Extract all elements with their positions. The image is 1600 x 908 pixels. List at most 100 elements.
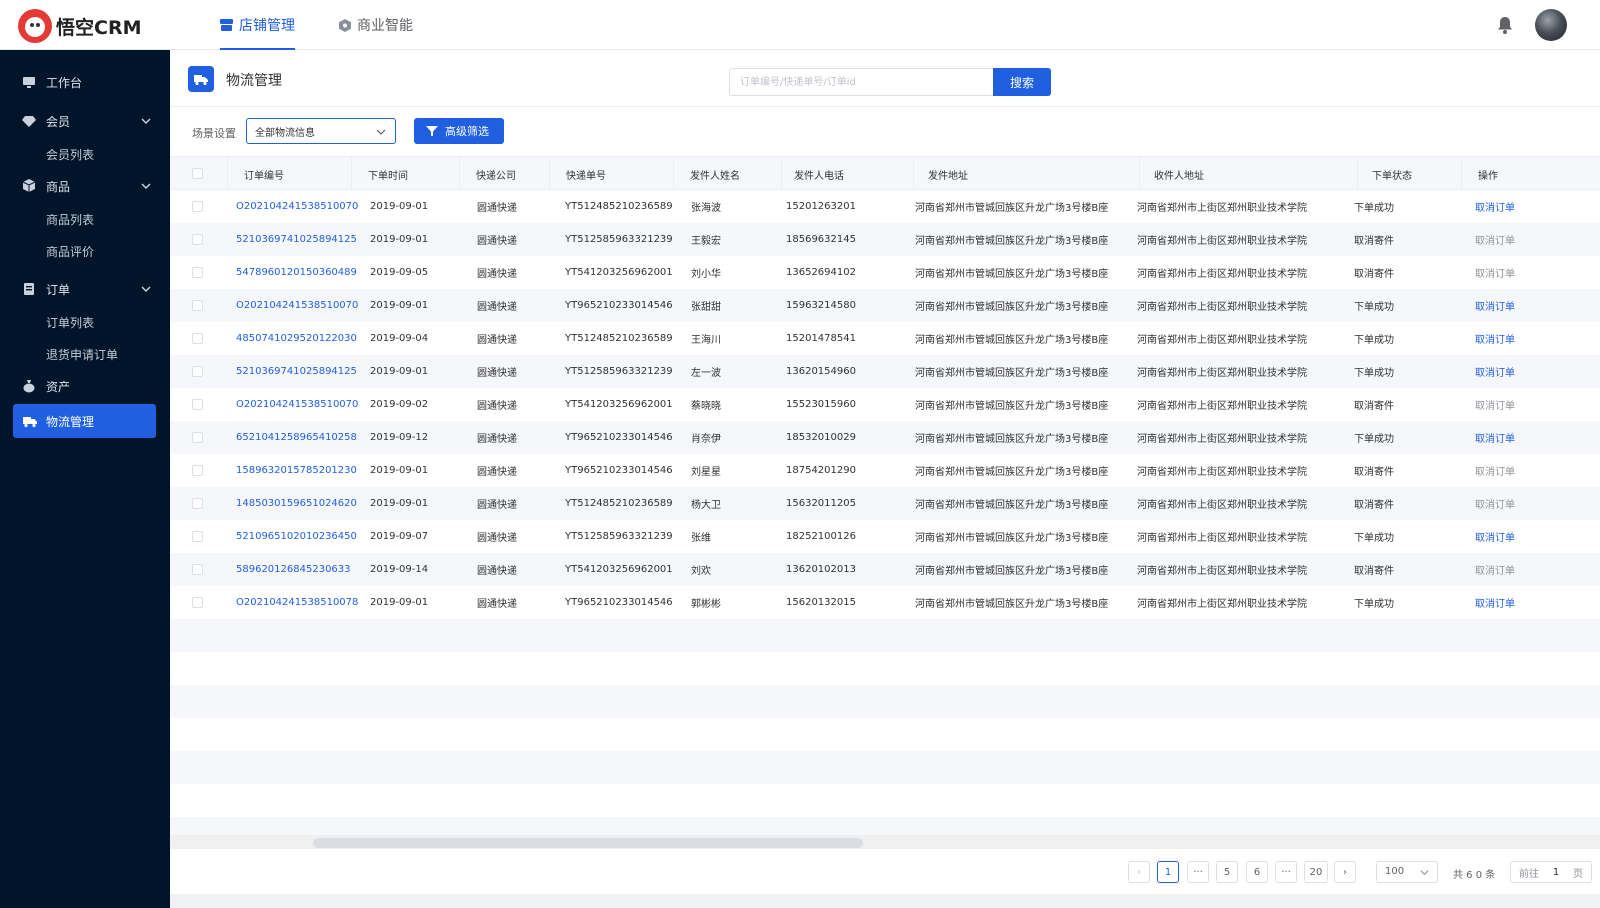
row-checkbox[interactable] (192, 465, 203, 476)
order-number-link[interactable]: 5210965102010236450 (236, 520, 357, 553)
cancel-order-link[interactable]: 取消订单 (1475, 190, 1515, 223)
column-header[interactable]: 下单状态 (1358, 157, 1462, 191)
cancel-order-link[interactable]: 取消订单 (1475, 289, 1515, 322)
row-checkbox[interactable] (192, 234, 203, 245)
table-cell: 取消寄件 (1354, 401, 1394, 412)
table-cell: 2019-09-01 (370, 300, 429, 311)
prev-page-button[interactable]: ‹ (1128, 861, 1150, 883)
row-checkbox[interactable] (192, 564, 203, 575)
cancel-order-link[interactable]: 取消订单 (1475, 256, 1515, 289)
scene-select[interactable]: 全部物流信息 (246, 118, 396, 144)
sidebar-item-member[interactable]: 会员 (0, 104, 170, 138)
table-cell: 13620154960 (786, 366, 856, 377)
cancel-order-link[interactable]: 取消订单 (1475, 322, 1515, 355)
page-button[interactable]: 1 (1157, 861, 1179, 883)
cancel-order-link[interactable]: 取消订单 (1475, 487, 1515, 520)
search-button[interactable]: 搜索 (993, 68, 1051, 96)
cancel-order-link[interactable]: 取消订单 (1475, 454, 1515, 487)
row-checkbox[interactable] (192, 531, 203, 542)
column-header[interactable]: 快递单号 (550, 157, 674, 191)
order-number-link[interactable]: O202104241538510070 (236, 388, 358, 421)
column-header[interactable]: 发件地址 (914, 157, 1140, 191)
row-checkbox[interactable] (192, 399, 203, 410)
table-cell: 河南省郑州市管城回族区升龙广场3号楼B座 (915, 335, 1109, 346)
table-row: O202104241538510078 2019-09-01 圆通快递 YT96521… (170, 586, 1600, 619)
cancel-order-link[interactable]: 取消订单 (1475, 586, 1515, 619)
tab-store-management[interactable]: 店铺管理 (220, 0, 295, 50)
sidebar-item-return-orders[interactable]: 退货申请订单 (46, 339, 118, 369)
row-checkbox[interactable] (192, 432, 203, 443)
sidebar-item-workbench[interactable]: 工作台 (0, 65, 170, 99)
search-input[interactable] (729, 68, 993, 96)
sidebar-item-goods-list[interactable]: 商品列表 (46, 204, 94, 234)
row-checkbox[interactable] (192, 300, 203, 311)
table-row-empty (170, 718, 1600, 751)
page-button[interactable]: 5 (1216, 861, 1238, 883)
order-number-link[interactable]: 1485030159651024620 (236, 487, 357, 520)
sidebar-item-goods[interactable]: 商品 (0, 169, 170, 203)
order-number-link[interactable]: 5210369741025894125 (236, 223, 357, 256)
top-bar: 悟空CRM 店铺管理 商业智能 (0, 0, 1600, 50)
cancel-order-link[interactable]: 取消订单 (1475, 520, 1515, 553)
order-number-link[interactable]: 5210369741025894125 (236, 355, 357, 388)
table-cell: 15201263201 (786, 201, 856, 212)
sidebar-item-assets[interactable]: 资产 (0, 369, 170, 403)
next-page-button[interactable]: › (1334, 861, 1356, 883)
column-header[interactable]: 收件人地址 (1140, 157, 1358, 191)
avatar[interactable] (1535, 9, 1567, 41)
page-button[interactable]: 20 (1304, 861, 1328, 883)
page-title: 物流管理 (226, 73, 282, 89)
column-header[interactable]: 发件人电话 (782, 157, 914, 191)
column-header[interactable]: 下单时间 (352, 157, 460, 191)
row-checkbox[interactable] (192, 498, 203, 509)
sidebar-item-label: 工作台 (46, 75, 83, 90)
cancel-order-link[interactable]: 取消订单 (1475, 421, 1515, 454)
page-button[interactable]: 6 (1246, 861, 1268, 883)
table-cell: 圆通快递 (477, 599, 517, 610)
cancel-order-link[interactable]: 取消订单 (1475, 553, 1515, 586)
row-checkbox[interactable] (192, 267, 203, 278)
column-header[interactable]: 发件人姓名 (674, 157, 782, 191)
page-ellipsis[interactable]: ··· (1187, 861, 1209, 883)
order-number-link[interactable]: 6521041258965410258 (236, 421, 357, 454)
table-cell: 张甜甜 (691, 302, 721, 313)
clipboard-icon (24, 283, 34, 295)
table-cell: 河南省郑州市上街区郑州职业技术学院 (1137, 434, 1307, 445)
order-number-link[interactable]: 5478960120150360489 (236, 256, 357, 289)
bell-icon[interactable] (1497, 16, 1513, 34)
select-all-checkbox[interactable] (192, 168, 203, 179)
order-number-link[interactable]: 1589632015785201230 (236, 454, 357, 487)
sidebar-item-order-list[interactable]: 订单列表 (46, 307, 94, 337)
advanced-filter-button[interactable]: 高级筛选 (414, 118, 504, 144)
sidebar-item-order[interactable]: 订单 (0, 272, 170, 306)
row-checkbox[interactable] (192, 333, 203, 344)
order-number-link[interactable]: O202104241538510070 (236, 289, 358, 322)
cancel-order-link[interactable]: 取消订单 (1475, 355, 1515, 388)
horizontal-scrollbar[interactable] (170, 835, 1600, 849)
column-header[interactable]: 订单编号 (228, 157, 352, 191)
cancel-order-link[interactable]: 取消订单 (1475, 388, 1515, 421)
row-checkbox[interactable] (192, 597, 203, 608)
column-header[interactable]: 快递公司 (460, 157, 550, 191)
order-number-link[interactable]: 4850741029520122030 (236, 322, 357, 355)
table-cell: 2019-09-02 (370, 399, 429, 410)
sidebar-item-goods-review[interactable]: 商品评价 (46, 236, 94, 266)
sidebar-item-label: 订单 (46, 282, 71, 297)
order-number-link[interactable]: 589620126845230633 (236, 553, 351, 586)
cancel-order-link[interactable]: 取消订单 (1475, 223, 1515, 256)
truck-icon (188, 66, 214, 92)
bottom-strip (170, 894, 1600, 908)
sidebar-item-member-list[interactable]: 会员列表 (46, 139, 94, 169)
row-checkbox[interactable] (192, 201, 203, 212)
row-checkbox[interactable] (192, 366, 203, 377)
goto-page-input[interactable]: 1 (1553, 867, 1559, 878)
page-ellipsis[interactable]: ··· (1275, 861, 1297, 883)
order-number-link[interactable]: O202104241538510070 (236, 190, 358, 223)
page-size-select[interactable]: 100 (1376, 861, 1438, 883)
table-cell: 下单成功 (1354, 368, 1394, 379)
scrollbar-thumb[interactable] (313, 838, 863, 848)
order-number-link[interactable]: O202104241538510078 (236, 586, 358, 619)
tab-business-intelligence[interactable]: 商业智能 (339, 0, 413, 50)
sidebar-item-logistics[interactable]: 物流管理 (13, 404, 156, 438)
brand-logo[interactable]: 悟空CRM (18, 9, 141, 43)
